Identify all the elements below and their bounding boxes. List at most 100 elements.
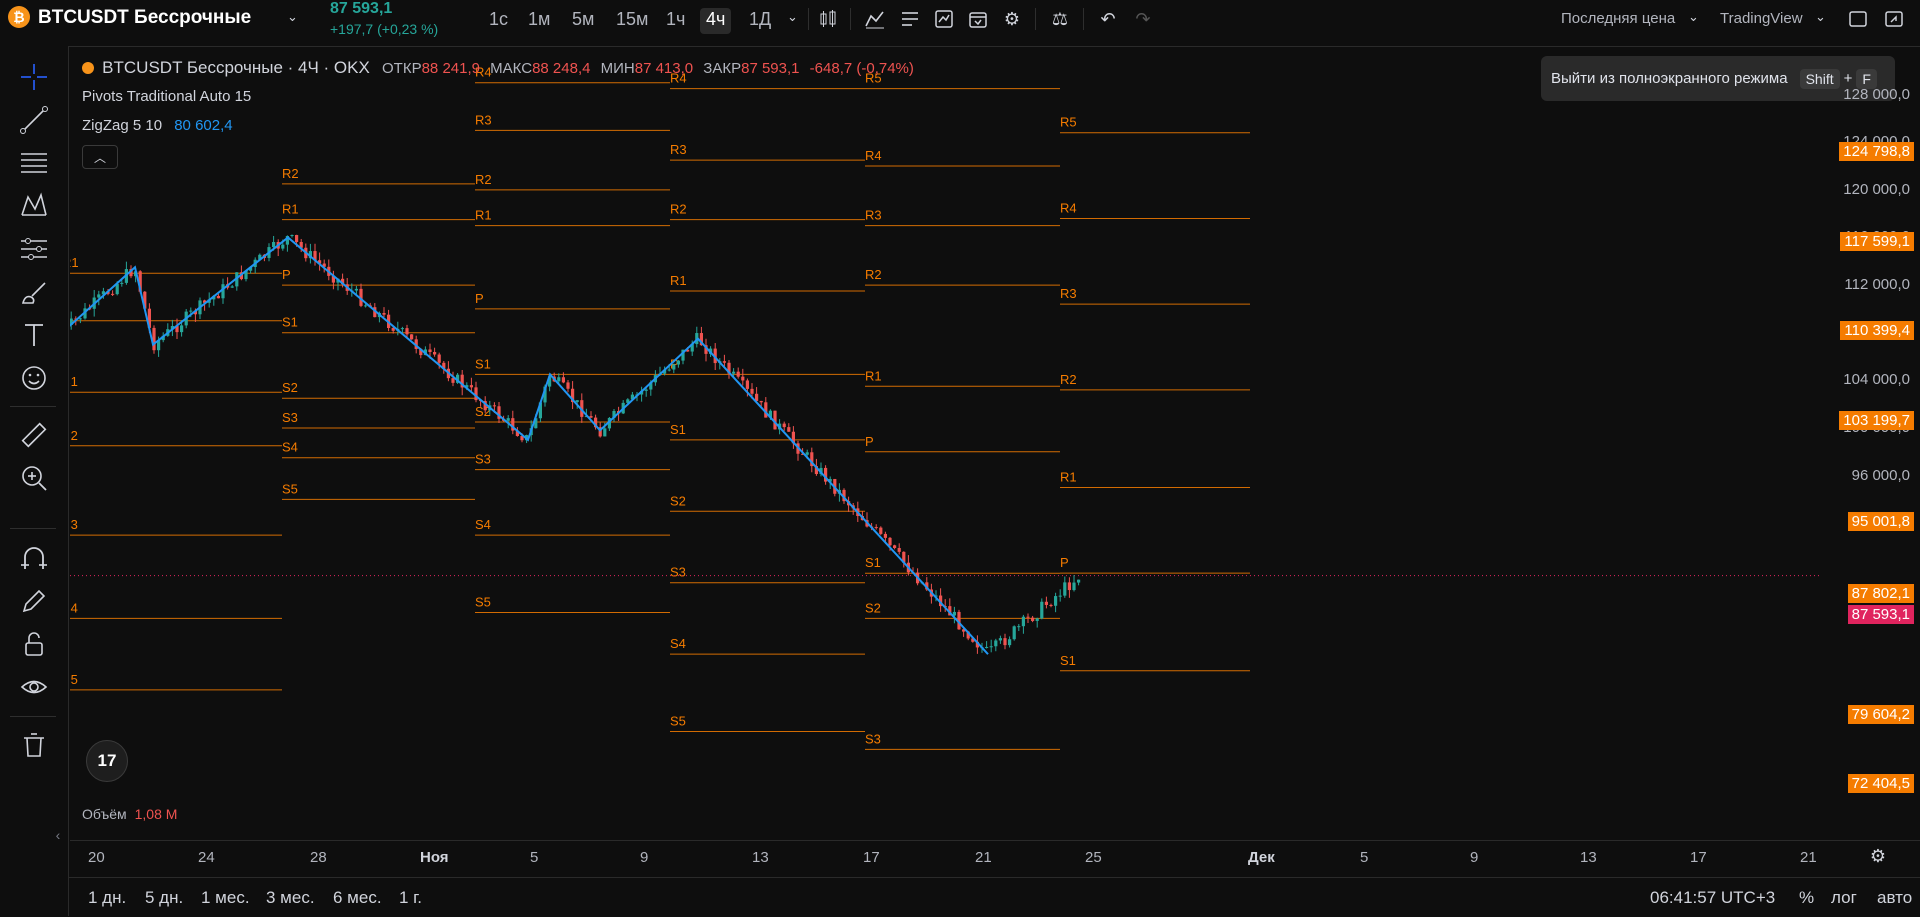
- exit-fullscreen-icon[interactable]: [1881, 6, 1907, 32]
- replay-icon[interactable]: [965, 6, 991, 32]
- forecast-icon[interactable]: [14, 230, 54, 268]
- compare-scales-icon[interactable]: ⚖: [1047, 6, 1073, 32]
- trash-icon[interactable]: [14, 726, 54, 764]
- price-badge: 87 593,1: [1847, 605, 1914, 624]
- magnet-icon[interactable]: [14, 539, 54, 577]
- pivot-level-label: R1: [1060, 469, 1077, 484]
- price-tick: 104 000,0: [1843, 371, 1910, 389]
- templates-icon[interactable]: [897, 6, 923, 32]
- pivot-level-label: R4: [865, 148, 882, 163]
- auto-toggle[interactable]: авто: [1877, 888, 1912, 908]
- drawing-toolbar: ‹: [0, 46, 69, 916]
- candle-body: [644, 389, 648, 391]
- candle-body: [400, 328, 404, 330]
- low-value: 87 413,0: [634, 60, 694, 77]
- pivot-level-label: R2: [1060, 372, 1077, 387]
- legend-title[interactable]: BTCUSDT Бессрочные · 4Ч · OKX: [102, 58, 370, 77]
- alert-icon[interactable]: [931, 6, 957, 32]
- candle-body: [575, 400, 579, 403]
- candle-body: [290, 235, 294, 237]
- trend-line-icon[interactable]: [14, 101, 54, 139]
- range-button-4[interactable]: 3 мес.: [266, 888, 315, 908]
- indicator-pivots[interactable]: Pivots Traditional Auto 15: [82, 88, 251, 105]
- candle-body: [405, 328, 409, 335]
- range-button-3[interactable]: 1 мес.: [201, 888, 250, 908]
- range-button-1[interactable]: 1 дн.: [88, 888, 126, 908]
- log-toggle[interactable]: лог: [1831, 888, 1857, 908]
- legend-change: -648,7 (-0,74%): [809, 60, 914, 77]
- candle-body: [888, 537, 892, 546]
- timeframe-7[interactable]: 1Д: [743, 8, 777, 34]
- crosshair-icon[interactable]: [14, 58, 54, 96]
- timeframe-3[interactable]: 5м: [566, 8, 600, 34]
- pivot-level-label: R3: [1060, 286, 1077, 301]
- chevron-down-icon[interactable]: ⌄: [287, 9, 298, 25]
- indicator-zigzag[interactable]: ZigZag 5 10 80 602,4: [82, 117, 233, 134]
- price-badge: 110 399,4: [1840, 321, 1914, 340]
- candle-body: [506, 418, 510, 421]
- clock[interactable]: 06:41:57 UTC+3: [1650, 888, 1775, 908]
- timeframe-4[interactable]: 15м: [610, 8, 654, 34]
- range-button-2[interactable]: 5 дн.: [145, 888, 183, 908]
- candle-body: [189, 310, 193, 312]
- zigzag-value: 80 602,4: [174, 117, 233, 134]
- bitcoin-icon[interactable]: ₿: [8, 6, 30, 28]
- settings-gear-icon[interactable]: ⚙: [999, 6, 1025, 32]
- stay-in-drawing-mode-icon[interactable]: [14, 582, 54, 620]
- pivot-level-label: P: [282, 267, 291, 282]
- timeframe-1[interactable]: 1с: [483, 8, 514, 34]
- collapse-legend-button[interactable]: ︿: [82, 145, 118, 169]
- zoom-in-icon[interactable]: [14, 459, 54, 497]
- pivot-level-label: S4: [282, 440, 298, 455]
- indicators-icon[interactable]: [862, 6, 888, 32]
- candle-body: [1054, 596, 1058, 606]
- chevron-down-icon[interactable]: ⌄: [1688, 9, 1699, 25]
- lock-icon[interactable]: [14, 625, 54, 663]
- candle-body: [1035, 618, 1039, 621]
- candle-body: [985, 646, 989, 648]
- close-value: 87 593,1: [741, 60, 800, 77]
- data-source-select[interactable]: TradingView: [1720, 10, 1803, 27]
- pivot-level-label: S3: [475, 452, 491, 467]
- price-source-select[interactable]: Последняя цена: [1561, 10, 1675, 27]
- timeframe-5[interactable]: 1ч: [660, 8, 691, 34]
- range-button-5[interactable]: 6 мес.: [333, 888, 382, 908]
- candle-body: [1072, 582, 1076, 591]
- pivot-level-label: R1: [670, 273, 687, 288]
- candle-body: [272, 242, 276, 248]
- eye-icon[interactable]: [14, 668, 54, 706]
- timeframe-2[interactable]: 1м: [522, 8, 556, 34]
- price-change: +197,7 (+0,23 %): [330, 21, 439, 37]
- collapse-toolbar-icon[interactable]: ‹: [50, 816, 66, 854]
- ruler-icon[interactable]: [14, 416, 54, 454]
- text-icon[interactable]: [14, 316, 54, 354]
- fib-retracement-icon[interactable]: [14, 144, 54, 182]
- window-layout-icon[interactable]: [1845, 6, 1871, 32]
- tradingview-logo[interactable]: 17: [86, 740, 128, 782]
- candle-body: [180, 325, 184, 333]
- timeframe-6[interactable]: 4ч: [700, 8, 732, 34]
- pivot-level-label: R2: [282, 166, 299, 181]
- axis-settings-icon[interactable]: ⚙: [1865, 843, 1891, 869]
- chevron-down-icon[interactable]: ⌄: [1815, 9, 1826, 25]
- percent-toggle[interactable]: %: [1799, 888, 1814, 908]
- brush-icon[interactable]: [14, 273, 54, 311]
- candle-body: [410, 334, 414, 340]
- candle-body: [152, 327, 156, 351]
- candle-body: [745, 380, 749, 389]
- redo-icon[interactable]: ↷: [1130, 6, 1156, 32]
- candle-body: [897, 548, 901, 552]
- timeframe-dropdown-icon[interactable]: ⌄: [787, 9, 798, 25]
- candle-body: [1040, 601, 1044, 619]
- emoji-icon[interactable]: [14, 359, 54, 397]
- range-button-6[interactable]: 1 г.: [399, 888, 422, 908]
- pattern-icon[interactable]: [14, 187, 54, 225]
- candle-style-icon[interactable]: [815, 6, 841, 32]
- candle-body: [989, 646, 993, 648]
- undo-icon[interactable]: ↶: [1095, 6, 1121, 32]
- price-tick: 128 000,0: [1843, 85, 1910, 103]
- time-axis[interactable]: ⚙ 20 24 28 Ноя 5 9 13 17 21 25 Дек 5 9 13 17 21: [70, 840, 1920, 871]
- price-axis[interactable]: 128 000,0124 000,0120 000,0116 000,0112 …: [1820, 47, 1920, 797]
- price-chart[interactable]: R1 P S1 S2 S3 S4 S5 R2 R1 P S1 S2 S3 S4 S5 R4 R3 R2 R1 P S1 S…: [70, 47, 1820, 797]
- symbol-name[interactable]: BTCUSDT Бессрочные: [38, 7, 251, 29]
